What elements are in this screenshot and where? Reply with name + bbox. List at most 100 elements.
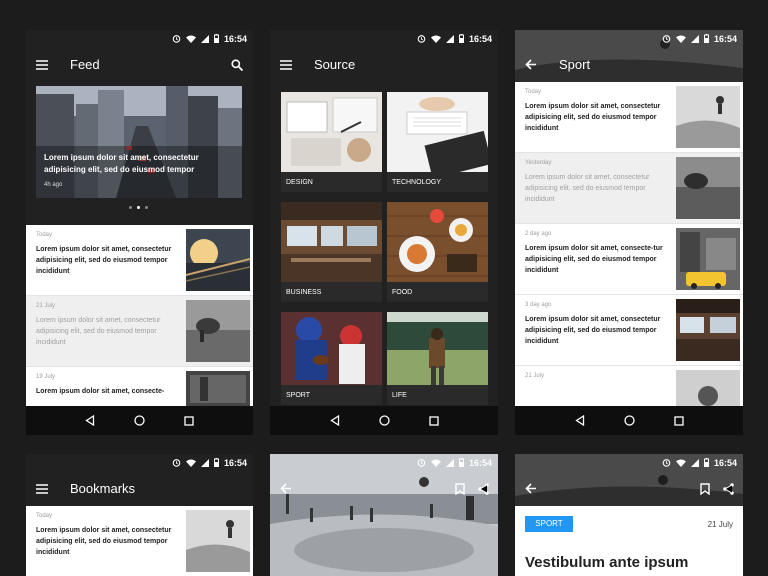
- list-item[interactable]: 3 day ago Lorem ipsum dolor sit amet, con…: [515, 295, 743, 366]
- article-image-screen: 16:54: [270, 454, 498, 576]
- back-arrow-icon[interactable]: [524, 58, 538, 72]
- pager-dot-active[interactable]: [137, 206, 140, 209]
- page-title: Feed: [70, 57, 100, 72]
- back-icon[interactable]: [85, 415, 95, 426]
- item-thumbnail: [676, 299, 740, 361]
- source-tile-sport[interactable]: SPORT: [281, 312, 382, 405]
- hero-image: [36, 86, 242, 198]
- battery-icon: [458, 34, 464, 43]
- search-icon[interactable]: [230, 58, 244, 72]
- list-item[interactable]: Yesterday Lorem ipsum dolor sit amet, con…: [515, 153, 743, 224]
- nav-bar: [26, 406, 253, 435]
- pager-dots: [129, 206, 148, 209]
- item-thumbnail: [186, 229, 250, 291]
- list-item[interactable]: 21 July: [515, 366, 743, 406]
- bookmarks-screen: 16:54 Bookmarks Today Lorem ipsum dolor s…: [26, 454, 253, 576]
- signal-icon: [445, 34, 454, 43]
- alarm-icon: [417, 459, 426, 467]
- pager-dot[interactable]: [129, 206, 132, 209]
- battery-icon: [213, 458, 219, 467]
- screens-showcase: 16:54 Feed Lorem ipsum dolor sit amet, c…: [0, 0, 768, 576]
- bookmark-icon[interactable]: [698, 482, 712, 496]
- item-text: Lorem ipsum dolor sit amet, consectetur …: [525, 316, 661, 345]
- list-item[interactable]: 19 July Lorem ipsum dolor sit amet, conse…: [26, 367, 253, 407]
- battery-icon: [703, 34, 709, 43]
- item-thumbnail: [186, 300, 250, 362]
- back-arrow-icon[interactable]: [279, 482, 293, 496]
- tile-image: [387, 202, 488, 282]
- wifi-icon: [430, 35, 441, 43]
- list-item[interactable]: Today Lorem ipsum dolor sit amet, consect…: [26, 225, 253, 296]
- status-time: 16:54: [468, 33, 492, 44]
- pager-dot[interactable]: [145, 206, 148, 209]
- back-icon[interactable]: [574, 415, 585, 426]
- tile-image: [387, 92, 488, 179]
- source-tile-design[interactable]: DESIGN: [281, 92, 382, 192]
- list-item[interactable]: 2 day ago Lorem ipsum dolor sit amet, con…: [515, 224, 743, 295]
- home-icon[interactable]: [623, 415, 635, 426]
- item-date: 19 July: [36, 374, 56, 380]
- list-item[interactable]: 21 July Lorem ipsum dolor sit amet, conse…: [26, 296, 253, 367]
- item-date: 21 July: [36, 303, 56, 309]
- hero-card[interactable]: Lorem ipsum dolor sit amet, consectetur …: [36, 86, 242, 198]
- item-text: Lorem ipsum dolor sit amet, consectetur …: [36, 246, 172, 275]
- item-date: Today: [36, 232, 53, 238]
- source-tile-food[interactable]: FOOD: [387, 202, 488, 302]
- tile-label: DESIGN: [281, 172, 382, 192]
- status-bar: 16:54: [26, 454, 253, 471]
- item-text: Lorem ipsum dolor sit amet, consectetur …: [525, 103, 661, 132]
- article-date: 21 July: [707, 520, 733, 529]
- article-title: Vestibulum ante ipsum: [525, 554, 689, 571]
- menu-icon[interactable]: [35, 58, 49, 72]
- nav-bar: [515, 406, 743, 435]
- recents-icon[interactable]: [183, 415, 194, 426]
- tile-label: FOOD: [387, 282, 488, 302]
- alarm-icon: [172, 459, 181, 467]
- category-tag[interactable]: SPORT: [525, 516, 573, 532]
- item-date: Today: [36, 513, 53, 519]
- recents-icon[interactable]: [428, 415, 439, 426]
- wifi-icon: [185, 35, 196, 43]
- list-item[interactable]: Today Lorem ipsum dolor sit amet, consect…: [515, 82, 743, 153]
- alarm-icon: [172, 35, 181, 43]
- battery-icon: [458, 458, 464, 467]
- tile-image: [281, 312, 382, 392]
- status-time: 16:54: [468, 457, 492, 468]
- bookmark-icon[interactable]: [453, 482, 467, 496]
- wifi-icon: [675, 459, 686, 467]
- alarm-icon: [417, 35, 426, 43]
- menu-icon[interactable]: [35, 482, 49, 496]
- item-date: 3 day ago: [525, 302, 552, 308]
- status-time: 16:54: [713, 33, 737, 44]
- menu-icon[interactable]: [279, 58, 293, 72]
- status-bar: 16:54: [270, 454, 498, 471]
- list-item[interactable]: Today Lorem ipsum dolor sit amet, consect…: [26, 506, 253, 576]
- source-tile-technology[interactable]: TECHNOLOGY: [387, 92, 488, 192]
- share-icon[interactable]: [721, 482, 735, 496]
- tile-label: BUSINESS: [281, 282, 382, 302]
- page-title: Sport: [559, 57, 591, 72]
- back-arrow-icon[interactable]: [524, 482, 538, 496]
- recents-icon[interactable]: [673, 415, 684, 426]
- home-icon[interactable]: [134, 415, 145, 426]
- item-thumbnail: [676, 370, 740, 406]
- item-text: Lorem ipsum dolor sit amet, consectetur …: [36, 527, 172, 556]
- item-date: 2 day ago: [525, 231, 552, 237]
- tile-image: [387, 312, 488, 392]
- battery-icon: [703, 458, 709, 467]
- alarm-icon: [662, 35, 671, 43]
- status-bar: 16:54: [515, 30, 743, 47]
- status-bar: 16:54: [26, 30, 253, 47]
- toolbar: Source: [270, 47, 498, 82]
- back-icon[interactable]: [329, 415, 340, 426]
- signal-icon: [200, 458, 209, 467]
- tile-image: [281, 92, 382, 172]
- source-tile-life[interactable]: LIFE: [387, 312, 488, 405]
- status-time: 16:54: [223, 457, 247, 468]
- home-icon[interactable]: [378, 415, 390, 426]
- item-thumbnail: [676, 228, 740, 290]
- source-tile-business[interactable]: BUSINESS: [281, 202, 382, 302]
- alarm-icon: [662, 459, 671, 467]
- share-icon[interactable]: [476, 482, 490, 496]
- item-text: Lorem ipsum dolor sit amet, consecte-tur…: [525, 245, 663, 274]
